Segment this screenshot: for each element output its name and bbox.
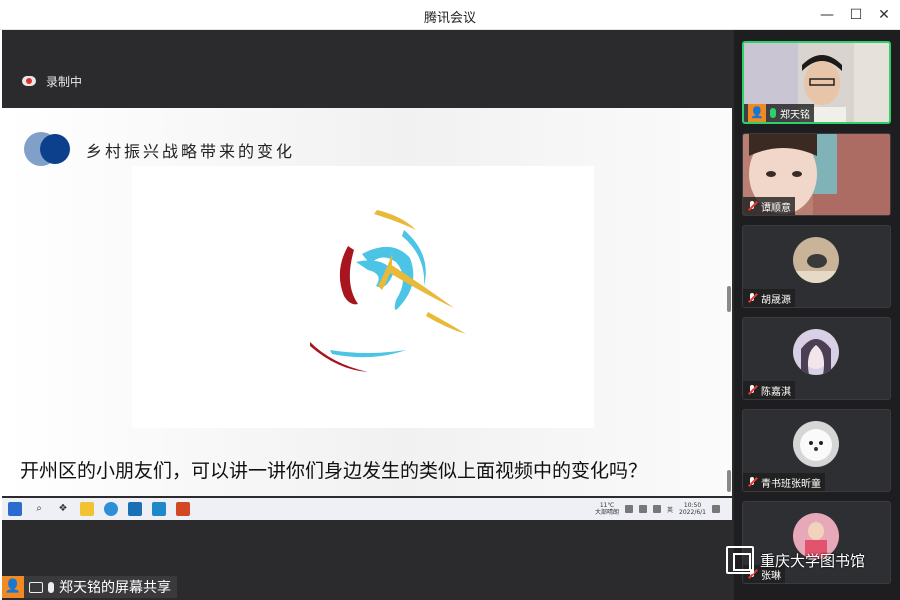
video-frame-artwork	[310, 210, 466, 372]
tray-arrow-icon	[625, 505, 634, 513]
participant-avatar	[793, 329, 839, 375]
embedded-video[interactable]	[132, 166, 594, 428]
file-explorer-icon	[80, 502, 94, 516]
recording-indicator[interactable]: 录制中	[22, 72, 82, 90]
microphone-muted-icon	[747, 200, 757, 212]
participant-tile[interactable]: 👤 郑天铭	[742, 41, 891, 124]
maximize-button[interactable]: ☐	[845, 5, 867, 25]
close-button[interactable]: ✕	[873, 5, 895, 25]
microphone-on-icon	[770, 108, 776, 118]
tray-network-icon	[639, 505, 648, 513]
library-seal-icon	[726, 546, 754, 574]
screen-share-label: 郑天铭的屏幕共享	[59, 580, 171, 596]
screen-share-label-bar: 👤 郑天铭的屏幕共享	[2, 576, 177, 598]
microphone-muted-icon	[747, 292, 757, 304]
library-watermark: 重庆大学图书馆	[726, 546, 865, 574]
user-avatar-icon: 👤	[2, 576, 24, 598]
tray-ime: 英	[667, 506, 674, 514]
slide-logo-circles	[24, 132, 74, 166]
windows-start-icon	[8, 502, 22, 516]
participant-tile[interactable]: 陈嘉淇	[742, 317, 891, 400]
tray-temperature: 11℃	[599, 502, 615, 509]
watermark-text: 重庆大学图书馆	[760, 551, 866, 570]
participant-name: 谭顺意	[761, 202, 791, 214]
task-view-icon: ❖	[58, 503, 68, 514]
minimize-button[interactable]: —	[816, 5, 838, 25]
tray-date: 2022/6/1	[679, 509, 706, 516]
host-avatar-icon: 👤	[748, 104, 766, 122]
powerpoint-icon	[176, 502, 190, 516]
slide-caption: 开州区的小朋友们，可以讲一讲你们身边发生的类似上面视频中的变化吗？	[20, 460, 648, 482]
slide-heading: 乡村振兴战略带来的变化	[86, 142, 296, 161]
panel-collapse-handle[interactable]	[727, 286, 731, 312]
participant-panel: 👤 郑天铭 谭顺意 胡晟源 陈嘉淇 青书班张昕童 张琳	[734, 30, 900, 600]
participant-avatar	[793, 421, 839, 467]
window-title: 腾讯会议	[423, 11, 476, 26]
system-tray: 11℃ 大部晴朗 英 10:50 2022/6/1	[595, 501, 720, 517]
tray-volume-icon	[653, 505, 662, 513]
participant-avatar	[793, 237, 839, 283]
tray-weather: 大部晴朗	[595, 509, 620, 516]
microphone-icon	[48, 581, 54, 593]
microphone-muted-icon	[747, 476, 757, 488]
panel-collapse-handle-lower[interactable]	[727, 470, 731, 492]
recording-label: 录制中	[46, 74, 83, 89]
search-icon: ⌕	[36, 503, 42, 514]
mail-icon	[128, 502, 142, 516]
store-icon	[152, 502, 166, 516]
participant-name: 郑天铭	[780, 109, 810, 121]
tray-notification-icon	[712, 505, 720, 513]
participant-tile[interactable]: 胡晟源	[742, 225, 891, 308]
participant-tile[interactable]: 青书班张昕童	[742, 409, 891, 492]
recording-cloud-icon	[22, 76, 36, 86]
browser-icon	[104, 502, 118, 516]
participant-name: 陈嘉淇	[761, 386, 791, 398]
screen-share-icon	[29, 581, 43, 593]
tray-time: 10:50	[683, 502, 702, 509]
participant-name: 胡晟源	[761, 294, 791, 306]
microphone-muted-icon	[747, 384, 757, 396]
presentation-slide: 乡村振兴战略带来的变化 开州区的小朋友们，可以讲一讲你们身边发生的类似上面视频中…	[2, 108, 732, 496]
participant-name: 青书班张昕童	[761, 478, 821, 490]
title-bar: 腾讯会议 — ☐ ✕	[0, 0, 900, 30]
participant-tile[interactable]: 谭顺意	[742, 133, 891, 216]
shared-taskbar: ⌕ ❖ 11℃ 大部晴朗 英 10:50 2022/6/1	[2, 498, 732, 520]
